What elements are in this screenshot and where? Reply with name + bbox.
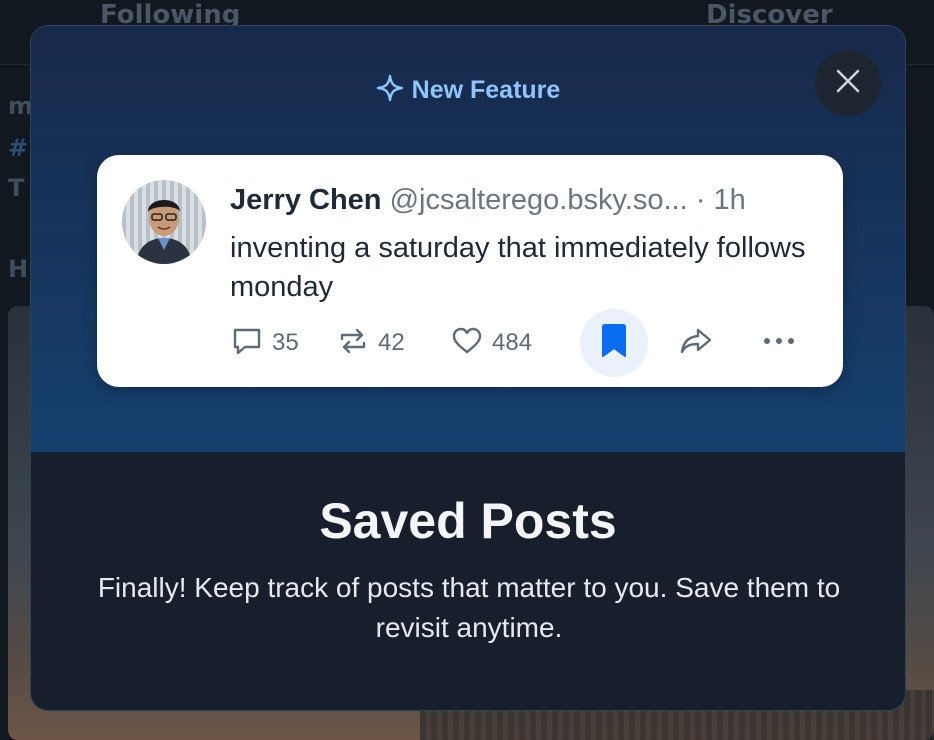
share-icon: [678, 324, 714, 362]
reply-button[interactable]: 35: [230, 309, 299, 377]
repost-button[interactable]: 42: [336, 309, 405, 377]
repost-count: 42: [378, 329, 405, 356]
feature-title: Saved Posts: [319, 493, 617, 549]
feature-description: Finally! Keep track of posts that matter…: [97, 572, 841, 643]
sparkle-icon: [376, 74, 404, 106]
close-icon: [834, 67, 862, 99]
author-name[interactable]: Jerry Chen: [230, 184, 382, 216]
share-button[interactable]: [678, 309, 714, 377]
modal-hero: New Feature Jerry Chen @jcsalterego.bsky…: [31, 26, 905, 452]
post-actions: 35 42 484: [230, 309, 830, 377]
bookmark-icon: [599, 323, 629, 363]
reply-count: 35: [272, 329, 299, 356]
close-button[interactable]: [815, 50, 881, 116]
more-options-button[interactable]: [760, 309, 798, 377]
separator-dot: ·: [695, 184, 706, 216]
post-text: inventing a saturday that immediately fo…: [230, 232, 806, 303]
heart-icon: [450, 324, 484, 362]
example-post-card: Jerry Chen @jcsalterego.bsky.so... · 1h …: [97, 155, 843, 387]
new-feature-badge: New Feature: [31, 74, 905, 106]
ellipsis-icon: [760, 324, 798, 362]
repost-icon: [336, 324, 370, 362]
author-handle[interactable]: @jcsalterego.bsky.so...: [390, 184, 688, 216]
save-post-button[interactable]: [580, 309, 648, 377]
avatar[interactable]: [122, 180, 206, 264]
post-author-row: Jerry Chen @jcsalterego.bsky.so... · 1h: [230, 181, 820, 219]
reply-icon: [230, 324, 264, 362]
like-count: 484: [492, 329, 533, 356]
post-timestamp[interactable]: 1h: [713, 184, 745, 216]
like-button[interactable]: 484: [450, 309, 532, 377]
new-feature-modal: New Feature Jerry Chen @jcsalterego.bsky…: [30, 25, 906, 711]
badge-label: New Feature: [411, 75, 561, 104]
